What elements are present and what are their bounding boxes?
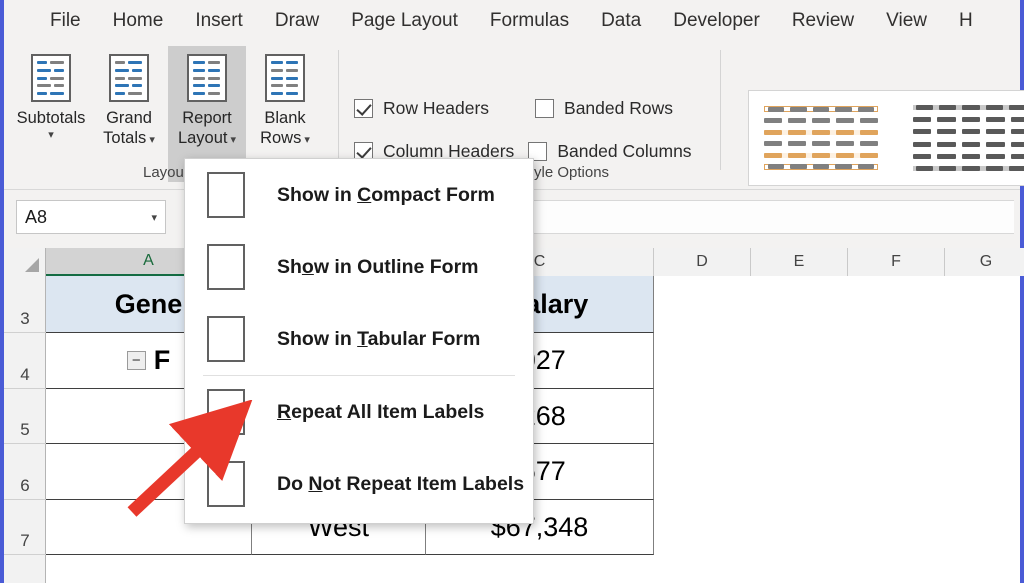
row-header-column: 3 4 5 6 7 [4, 276, 46, 583]
chevron-down-icon: ▾ [48, 128, 54, 141]
tab-insert[interactable]: Insert [179, 6, 259, 36]
banded-rows-label: Banded Rows [564, 98, 673, 119]
chevron-down-icon: ▾ [301, 134, 310, 146]
tabular-form-icon [207, 316, 245, 362]
tab-view[interactable]: View [870, 6, 943, 36]
tab-page-layout[interactable]: Page Layout [335, 6, 474, 36]
tab-home[interactable]: Home [97, 6, 180, 36]
subtotals-button[interactable]: Subtotals ▾ [12, 46, 90, 182]
tab-review[interactable]: Review [776, 6, 870, 36]
collapse-button[interactable]: − [127, 351, 146, 370]
pivot-style-gray[interactable] [907, 100, 1024, 176]
compact-form-icon [207, 172, 245, 218]
outline-form-icon [207, 244, 245, 290]
name-box-value: A8 [25, 207, 151, 228]
banded-columns-label: Banded Columns [557, 141, 691, 162]
subtotals-icon [31, 54, 71, 102]
blank-rows-label: Blank Rows ▾ [260, 108, 310, 150]
chevron-down-icon: ▾ [146, 134, 155, 146]
blank-rows-icon [265, 54, 305, 102]
cell-a4-value: F [154, 345, 171, 376]
row-header-7[interactable]: 7 [4, 500, 46, 555]
row-header-5[interactable]: 5 [4, 389, 46, 444]
tab-draw[interactable]: Draw [259, 6, 335, 36]
ribbon-tab-bar: File Home Insert Draw Page Layout Formul… [4, 0, 1020, 42]
row-headers-checkbox[interactable] [354, 99, 373, 118]
group-divider [720, 50, 721, 170]
name-box[interactable]: A8 ▾ [16, 200, 166, 234]
layout-group-label: Layout [143, 164, 188, 181]
menu-item-show-in-outline-form[interactable]: Show in Outline Form [185, 231, 533, 303]
no-repeat-labels-icon [207, 461, 245, 507]
menu-item-label: Show in Tabular Form [277, 328, 480, 351]
excel-window: File Home Insert Draw Page Layout Formul… [0, 0, 1024, 583]
subtotals-label: Subtotals [17, 108, 86, 128]
grand-totals-label: Grand Totals ▾ [103, 108, 155, 150]
column-header-f[interactable]: F [848, 248, 945, 276]
menu-item-label: Show in Outline Form [277, 256, 479, 279]
menu-item-do-not-repeat-item-labels[interactable]: Do Not Repeat Item Labels [185, 448, 533, 520]
repeat-labels-icon [207, 389, 245, 435]
row-headers-label: Row Headers [383, 98, 489, 119]
menu-item-label: Do Not Repeat Item Labels [277, 473, 524, 496]
row-header-3[interactable]: 3 [4, 276, 46, 333]
pivot-style-options-group-label: yle Options [534, 164, 609, 181]
report-layout-menu: Show in Compact Form Show in Outline For… [184, 158, 534, 524]
column-header-g[interactable]: G [945, 248, 1024, 276]
menu-item-label: Show in Compact Form [277, 184, 495, 207]
tab-developer[interactable]: Developer [657, 6, 776, 36]
report-layout-icon [187, 54, 227, 102]
column-header-e[interactable]: E [751, 248, 848, 276]
menu-item-label: Repeat All Item Labels [277, 401, 484, 424]
chevron-down-icon: ▾ [227, 134, 236, 146]
report-layout-label: Report Layout ▾ [178, 108, 236, 150]
select-all-corner[interactable] [4, 248, 46, 276]
tab-file[interactable]: File [34, 6, 97, 36]
banded-rows-checkbox[interactable] [535, 99, 554, 118]
column-header-d[interactable]: D [654, 248, 751, 276]
tab-formulas[interactable]: Formulas [474, 6, 585, 36]
row-header-6[interactable]: 6 [4, 444, 46, 500]
tab-help[interactable]: H [943, 6, 989, 36]
menu-item-show-in-compact-form[interactable]: Show in Compact Form [185, 159, 533, 231]
menu-item-show-in-tabular-form[interactable]: Show in Tabular Form [185, 303, 533, 375]
formula-input[interactable] [524, 200, 1014, 234]
group-divider [338, 50, 339, 170]
tab-data[interactable]: Data [585, 6, 657, 36]
grand-totals-button[interactable]: Grand Totals ▾ [90, 46, 168, 182]
grand-totals-icon [109, 54, 149, 102]
row-header-4[interactable]: 4 [4, 333, 46, 389]
menu-item-repeat-all-item-labels[interactable]: Repeat All Item Labels [185, 376, 533, 448]
pivot-style-orange[interactable] [757, 100, 885, 176]
chevron-down-icon[interactable]: ▾ [151, 211, 157, 224]
pivot-style-gallery[interactable] [748, 90, 1024, 186]
